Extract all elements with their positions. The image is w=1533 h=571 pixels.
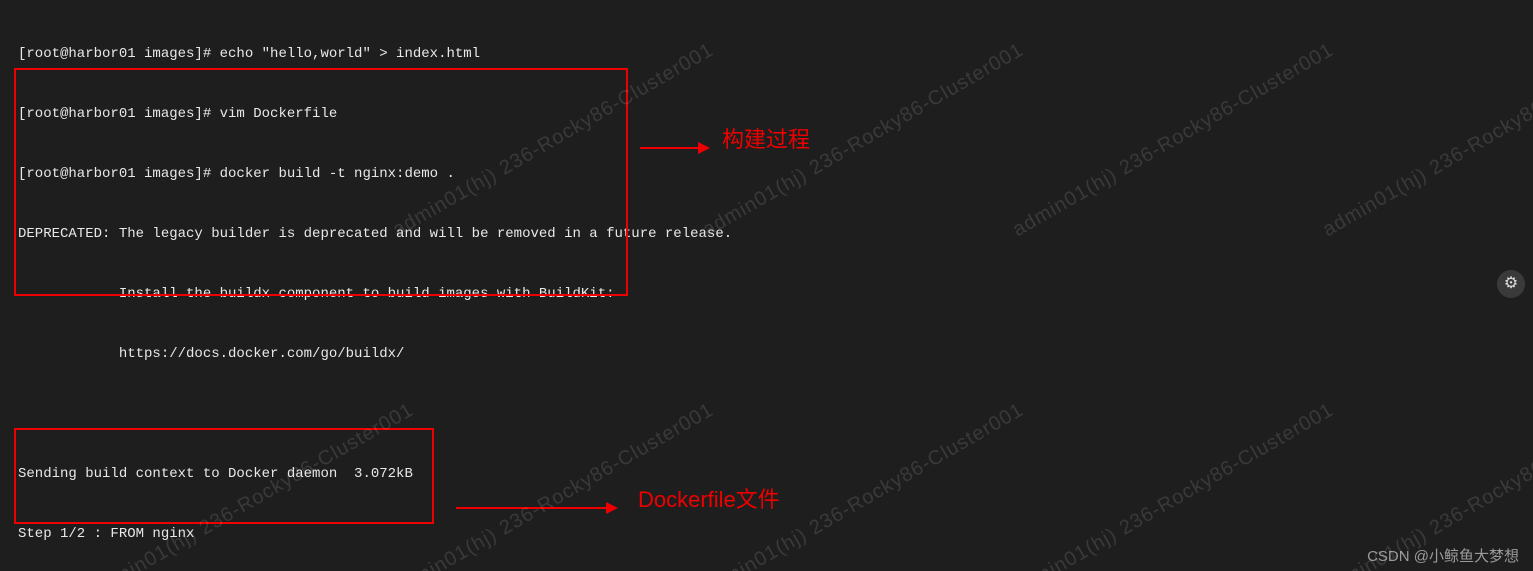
arrow-build <box>640 142 710 154</box>
settings-button[interactable]: ⚙ <box>1497 270 1525 298</box>
terminal-line: https://docs.docker.com/go/buildx/ <box>18 344 1533 364</box>
terminal-line: Step 1/2 : FROM nginx <box>18 524 1533 544</box>
highlight-box-dockerfile <box>14 428 434 524</box>
annotation-build: 构建过程 <box>722 130 810 150</box>
terminal-line: [root@harbor01 images]# echo "hello,worl… <box>18 44 1533 64</box>
terminal-line <box>18 404 1533 424</box>
credit-text: CSDN @小鲸鱼大梦想 <box>1367 547 1519 567</box>
highlight-box-build <box>14 68 628 296</box>
gear-icon: ⚙ <box>1504 274 1518 294</box>
annotation-dockerfile: Dockerfile文件 <box>638 490 780 510</box>
arrow-dockerfile <box>456 502 618 514</box>
